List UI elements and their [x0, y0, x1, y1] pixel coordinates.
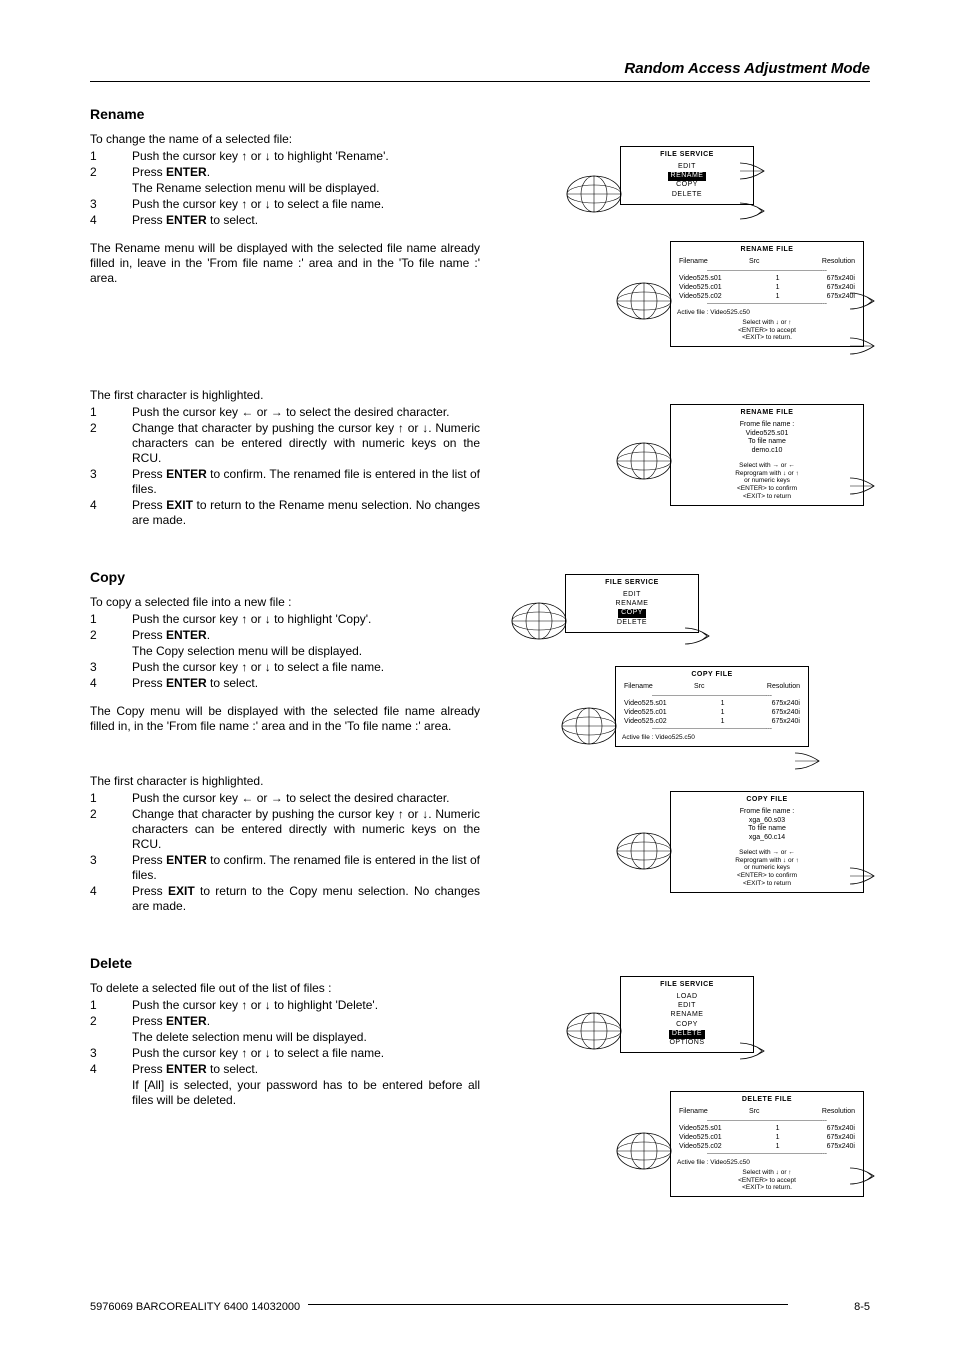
footer-page-number: 8-5	[854, 1301, 870, 1313]
delete-steps-1: 1Push the cursor key ↑ or ↓ to highlight…	[90, 998, 480, 1109]
header-rule	[90, 81, 870, 82]
menu-file-service-2: FILE SERVICE EDIT RENAME COPY DELETE	[565, 574, 699, 633]
section-heading-rename: Rename	[90, 106, 480, 122]
rename-paragraph-1: The Rename menu will be displayed with t…	[90, 241, 480, 286]
corner-icon	[848, 1166, 876, 1186]
page-header: Random Access Adjustment Mode	[90, 60, 870, 77]
section-heading-delete: Delete	[90, 955, 480, 971]
menu-rename-file-list: RENAME FILE FilenameSrcResolution ------…	[670, 241, 864, 347]
rename-steps-2: 1Push the cursor key ← or → to select th…	[90, 405, 480, 529]
corner-icon	[848, 866, 876, 886]
delete-intro: To delete a selected file out of the lis…	[90, 981, 480, 996]
globe-icon	[510, 601, 568, 641]
corner-icon	[738, 161, 766, 181]
globe-icon	[565, 174, 623, 214]
corner-icon	[848, 336, 876, 356]
page-footer: 5976069 BARCOREALITY 6400 14032000 8-5	[90, 1301, 870, 1313]
rename-steps-1: 1Push the cursor key ↑ or ↓ to highlight…	[90, 149, 389, 229]
menu-copy-file-edit: COPY FILE Frome file name : xga_60.s03 T…	[670, 791, 864, 893]
menu-file-service-1: FILE SERVICE EDIT RENAME COPY DELETE	[620, 146, 754, 205]
globe-icon	[615, 1131, 673, 1171]
globe-icon	[560, 706, 618, 746]
corner-icon	[848, 476, 876, 496]
footer-left: 5976069 BARCOREALITY 6400 14032000	[90, 1301, 300, 1313]
copy-steps-2: 1Push the cursor key ← or → to select th…	[90, 791, 480, 915]
copy-intro-2: The first character is highlighted.	[90, 774, 480, 789]
globe-icon	[615, 281, 673, 321]
globe-icon	[565, 1011, 623, 1051]
globe-icon	[615, 441, 673, 481]
menu-column: FILE SERVICE EDIT RENAME COPY DELETE REN…	[490, 106, 870, 1121]
menu-file-service-3: FILE SERVICE LOAD EDIT RENAME COPY DELET…	[620, 976, 754, 1053]
corner-icon	[738, 201, 766, 221]
menu-delete-file-list: DELETE FILE FilenameSrcResolution ------…	[670, 1091, 864, 1197]
corner-icon	[738, 1041, 766, 1061]
copy-steps-1: 1Push the cursor key ↑ or ↓ to highlight…	[90, 612, 384, 692]
rename-intro-2: The first character is highlighted.	[90, 388, 480, 403]
copy-paragraph-1: The Copy menu will be displayed with the…	[90, 704, 480, 734]
menu-copy-file-list: COPY FILE FilenameSrcResolution --------…	[615, 666, 809, 747]
corner-icon	[683, 626, 711, 646]
section-heading-copy: Copy	[90, 569, 480, 585]
text-column: Rename To change the name of a selected …	[90, 106, 490, 1121]
menu-rename-file-edit: RENAME FILE Frome file name : Video525.s…	[670, 404, 864, 506]
corner-icon	[793, 751, 821, 771]
globe-icon	[615, 831, 673, 871]
corner-icon	[848, 291, 876, 311]
rename-intro: To change the name of a selected file:	[90, 132, 480, 147]
copy-intro: To copy a selected file into a new file …	[90, 595, 480, 610]
